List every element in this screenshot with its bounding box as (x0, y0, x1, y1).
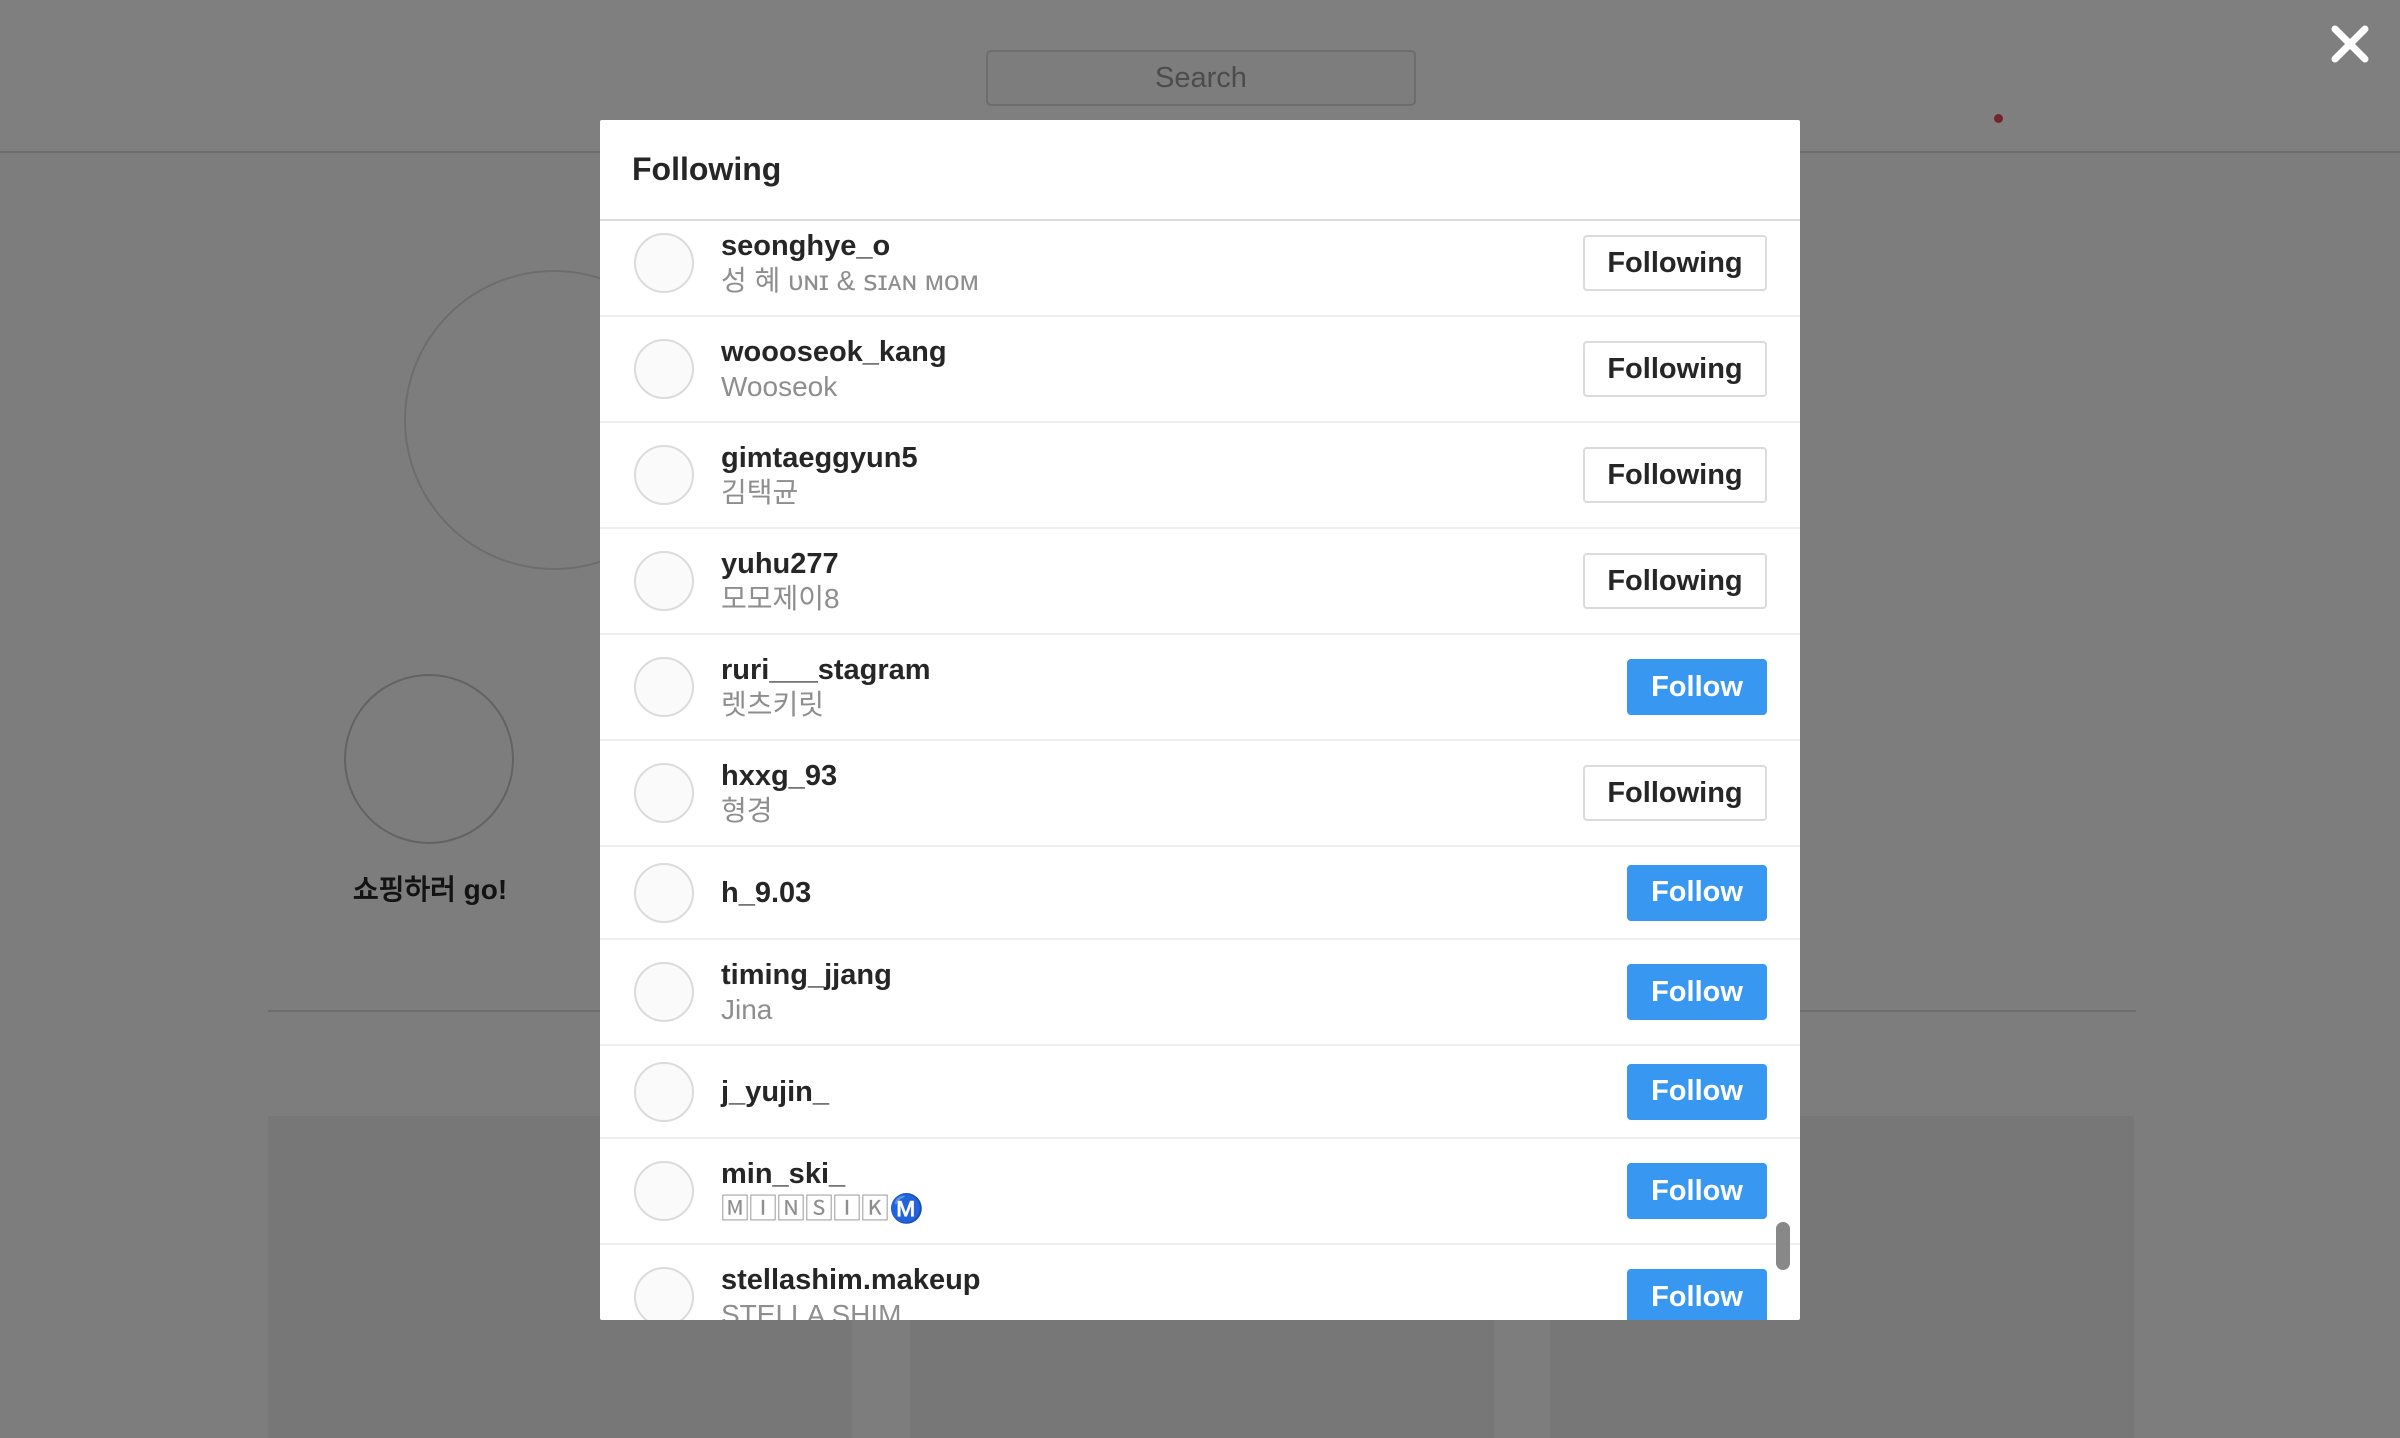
list-item: min_ski_ 🄼🄸🄽🅂🄸🄺Ⓜ️ Follow (600, 1139, 1800, 1245)
full-name: STELLA SHIM (721, 1299, 902, 1320)
user-info: yuhu277 모모제이8 (721, 546, 1583, 616)
scrollbar-thumb[interactable] (1776, 1222, 1790, 1270)
full-name: Jina (721, 994, 773, 1025)
following-button[interactable]: Following (1583, 765, 1767, 821)
username-link[interactable]: min_ski_ (721, 1156, 1627, 1192)
follow-button[interactable]: Follow (1627, 864, 1767, 921)
full-name: 모모제이8 (721, 583, 840, 614)
user-info: seonghye_o 성 혜 ᴜɴɪ & ꜱɪᴀɴ ᴍᴏᴍ (721, 228, 1583, 298)
avatar[interactable] (634, 445, 694, 505)
username-link[interactable]: timing_jjang (721, 957, 1627, 993)
avatar[interactable] (634, 551, 694, 611)
avatar[interactable] (634, 962, 694, 1022)
avatar[interactable] (634, 657, 694, 717)
dialog-header: Following (600, 120, 1800, 221)
list-item: yuhu277 모모제이8 Following (600, 529, 1800, 635)
full-name: 렛츠키릿 (721, 689, 825, 720)
list-item: hxxg_93 형경 Following (600, 741, 1800, 847)
follow-button[interactable]: Follow (1627, 659, 1767, 715)
following-button[interactable]: Following (1583, 235, 1767, 291)
following-button[interactable]: Following (1583, 341, 1767, 397)
username-link[interactable]: j_yujin_ (721, 1074, 1627, 1110)
user-info: j_yujin_ (721, 1074, 1627, 1110)
dialog-title: Following (632, 151, 782, 187)
avatar[interactable] (634, 233, 694, 293)
list-item: woooseok_kang Wooseok Following (600, 317, 1800, 423)
user-info: h_9.03 (721, 875, 1627, 911)
list-item: stellashim.makeup STELLA SHIM Follow (600, 1245, 1800, 1320)
avatar[interactable] (634, 1061, 694, 1122)
username-link[interactable]: hxxg_93 (721, 758, 1583, 794)
username-link[interactable]: stellashim.makeup (721, 1262, 1627, 1298)
following-dialog: Following seonghye_o 성 혜 ᴜɴɪ & ꜱɪᴀɴ ᴍᴏᴍ Fo… (600, 120, 1800, 1320)
following-button[interactable]: Following (1583, 447, 1767, 503)
username-link[interactable]: ruri___stagram (721, 652, 1627, 688)
list-item: seonghye_o 성 혜 ᴜɴɪ & ꜱɪᴀɴ ᴍᴏᴍ Following (600, 221, 1800, 317)
list-item: j_yujin_ Follow (600, 1046, 1800, 1139)
following-button[interactable]: Following (1583, 553, 1767, 609)
username-link[interactable]: yuhu277 (721, 546, 1583, 582)
user-info: gimtaeggyun5 김택균 (721, 440, 1583, 510)
follow-button[interactable]: Follow (1627, 1063, 1767, 1120)
avatar[interactable] (634, 1267, 694, 1320)
follow-button[interactable]: Follow (1627, 1163, 1767, 1219)
list-item: gimtaeggyun5 김택균 Following (600, 423, 1800, 529)
avatar[interactable] (634, 763, 694, 823)
user-info: timing_jjang Jina (721, 957, 1627, 1027)
username-link[interactable]: woooseok_kang (721, 334, 1583, 370)
close-icon[interactable] (2326, 20, 2374, 68)
user-info: stellashim.makeup STELLA SHIM (721, 1262, 1627, 1320)
full-name: 성 혜 ᴜɴɪ & ꜱɪᴀɴ ᴍᴏᴍ (721, 265, 979, 296)
user-info: woooseok_kang Wooseok (721, 334, 1583, 404)
follow-button[interactable]: Follow (1627, 964, 1767, 1020)
full-name: 김택균 (721, 477, 799, 508)
avatar[interactable] (634, 1161, 694, 1221)
username-link[interactable]: h_9.03 (721, 875, 1627, 911)
user-info: hxxg_93 형경 (721, 758, 1583, 828)
user-info: min_ski_ 🄼🄸🄽🅂🄸🄺Ⓜ️ (721, 1156, 1627, 1226)
following-list[interactable]: seonghye_o 성 혜 ᴜɴɪ & ꜱɪᴀɴ ᴍᴏᴍ Following woo… (600, 221, 1800, 1320)
username-link[interactable]: seonghye_o (721, 228, 1583, 264)
avatar[interactable] (634, 339, 694, 399)
list-item: ruri___stagram 렛츠키릿 Follow (600, 635, 1800, 741)
list-item: timing_jjang Jina Follow (600, 940, 1800, 1046)
username-link[interactable]: gimtaeggyun5 (721, 440, 1583, 476)
full-name: 형경 (721, 795, 773, 826)
user-info: ruri___stagram 렛츠키릿 (721, 652, 1627, 722)
list-item: h_9.03 Follow (600, 847, 1800, 940)
full-name: 🄼🄸🄽🅂🄸🄺Ⓜ️ (721, 1193, 924, 1224)
avatar[interactable] (634, 862, 694, 923)
follow-button[interactable]: Follow (1627, 1269, 1767, 1320)
full-name: Wooseok (721, 371, 838, 402)
